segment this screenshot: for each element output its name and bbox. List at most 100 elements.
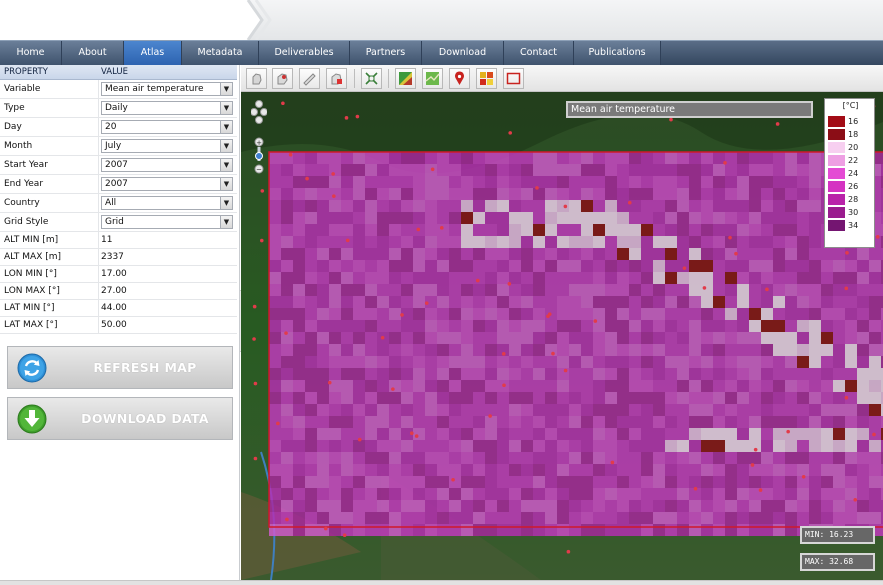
dropdown-arrow-icon[interactable]: ▼ [220, 178, 232, 190]
dropdown-arrow-icon[interactable]: ▼ [220, 102, 232, 114]
dropdown-arrow-icon[interactable]: ▼ [220, 140, 232, 152]
property-dropdown[interactable]: 20 ▼ [101, 120, 233, 134]
property-dropdown[interactable]: All ▼ [101, 196, 233, 210]
nav-deliverables[interactable]: Deliverables [259, 41, 350, 65]
dropdown-arrow-icon[interactable]: ▼ [220, 197, 232, 209]
grid-cell [485, 464, 497, 476]
grid-cell [689, 500, 701, 512]
grid-cell [413, 380, 425, 392]
grid-cell [581, 524, 593, 536]
grid-cell [833, 368, 845, 380]
grid-cell [689, 512, 701, 524]
grid-cell [497, 320, 509, 332]
dropdown-arrow-icon[interactable]: ▼ [220, 159, 232, 171]
dropdown-arrow-icon[interactable]: ▼ [220, 216, 232, 228]
grid-cell [569, 500, 581, 512]
pan-tool-button[interactable] [246, 68, 267, 89]
grid-cell [641, 512, 653, 524]
grid-cell [509, 296, 521, 308]
grid-layer-tool-button[interactable] [476, 68, 497, 89]
nav-contact[interactable]: Contact [504, 41, 574, 65]
property-dropdown[interactable]: Daily ▼ [101, 101, 233, 115]
grid-cell [605, 212, 617, 224]
property-dropdown[interactable]: 2007 ▼ [101, 177, 233, 191]
station-marker-tool-button[interactable] [449, 68, 470, 89]
grid-cell [617, 440, 629, 452]
grid-cell [509, 476, 521, 488]
grid-cell [701, 212, 713, 224]
grid-cell [821, 464, 833, 476]
grid-cell [401, 176, 413, 188]
grid-cell [785, 356, 797, 368]
map-layer-tool-button[interactable] [422, 68, 443, 89]
grid-cell [473, 464, 485, 476]
grid-cell [617, 236, 629, 248]
grid-cell [401, 188, 413, 200]
nav-partners[interactable]: Partners [350, 41, 422, 65]
grid-cell [833, 500, 845, 512]
grid-cell [617, 464, 629, 476]
full-extent-tool-button[interactable] [361, 68, 382, 89]
layer-color-tool-button[interactable] [395, 68, 416, 89]
grid-cell [293, 380, 305, 392]
zoom-controls[interactable]: + − [251, 100, 267, 176]
dropdown-arrow-icon[interactable]: ▼ [220, 121, 232, 133]
grid-cell [389, 332, 401, 344]
grid-cell [389, 200, 401, 212]
refresh-map-button[interactable]: REFRESH MAP [7, 346, 233, 389]
grid-cell [653, 428, 665, 440]
grid-cell [365, 284, 377, 296]
grid-cell [689, 260, 701, 272]
zoom-box-tool-button[interactable] [272, 68, 293, 89]
grid-cell [737, 464, 749, 476]
grid-cell [617, 524, 629, 536]
grid-cell [641, 236, 653, 248]
grid-cell [521, 248, 533, 260]
map-canvas[interactable]: + − Mean air temperature [°C] 16 18 20 22 24… [241, 92, 883, 580]
nav-atlas[interactable]: Atlas [124, 41, 182, 65]
property-dropdown[interactable]: Grid ▼ [101, 215, 233, 229]
grid-cell [293, 392, 305, 404]
nav-home[interactable]: Home [0, 41, 62, 65]
grid-cell [569, 356, 581, 368]
station-marker [535, 186, 539, 190]
grid-cell [665, 248, 677, 260]
grid-cell [485, 500, 497, 512]
bounding-box-tool-button[interactable] [503, 68, 524, 89]
property-label: End Year [4, 179, 44, 189]
grid-cell [281, 380, 293, 392]
measure-tool-button[interactable] [299, 68, 320, 89]
grid-cell [569, 164, 581, 176]
grid-cell [449, 524, 461, 536]
grid-cell [641, 188, 653, 200]
info-tool-button[interactable] [326, 68, 347, 89]
download-data-button[interactable]: DOWNLOAD DATA [7, 397, 233, 440]
property-dropdown[interactable]: July ▼ [101, 139, 233, 153]
grid-cell [437, 380, 449, 392]
grid-cell [341, 200, 353, 212]
grid-cell [485, 392, 497, 404]
property-dropdown[interactable]: Mean air temperature ▼ [101, 82, 233, 96]
grid-cell [425, 200, 437, 212]
nav-metadata[interactable]: Metadata [182, 41, 259, 65]
property-grid-header: PROPERTY VALUE [0, 65, 237, 80]
nav-publications[interactable]: Publications [574, 41, 661, 65]
dropdown-arrow-icon[interactable]: ▼ [220, 83, 232, 95]
grid-cell [353, 404, 365, 416]
grid-cell [269, 224, 281, 236]
grid-cell [353, 284, 365, 296]
grid-cell [869, 404, 881, 416]
nav-download[interactable]: Download [422, 41, 504, 65]
grid-cell [485, 296, 497, 308]
grid-cell [821, 452, 833, 464]
grid-cell [629, 284, 641, 296]
property-value: 27.00 [101, 286, 127, 296]
grid-cell [353, 248, 365, 260]
grid-cell [545, 392, 557, 404]
property-dropdown[interactable]: 2007 ▼ [101, 158, 233, 172]
grid-cell [677, 308, 689, 320]
grid-cell [785, 512, 797, 524]
station-marker [682, 266, 687, 270]
grid-cell [389, 272, 401, 284]
nav-about[interactable]: About [62, 41, 124, 65]
